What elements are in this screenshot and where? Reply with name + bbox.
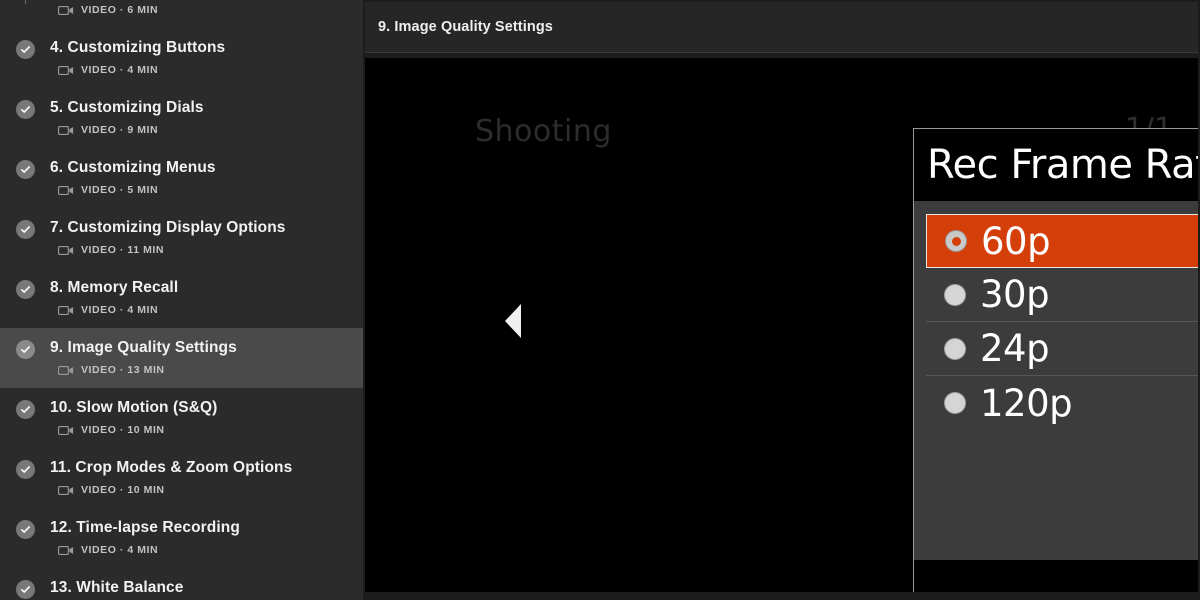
radio-selected-dot [952,237,961,246]
lesson-item[interactable]: 6. Customizing Menus VIDEO · 5 MIN [0,148,363,208]
lesson-complete-check-icon [16,580,35,599]
lesson-meta: VIDEO · 6 MIN [58,4,349,16]
lesson-title: 11. Crop Modes & Zoom Options [50,458,349,478]
lesson-title: 4. Customizing Buttons [50,38,349,58]
lesson-title: 7. Customizing Display Options [50,218,349,238]
video-player[interactable]: Shooting 1/1 60p 10bit MENU Rec Frame Ra… [365,58,1198,592]
lesson-meta: VIDEO · 4 MIN [58,304,349,316]
video-camera-icon [58,245,74,256]
lesson-sidebar[interactable]: VIDEO · 6 MIN 4. Customizing Buttons VIDEO… [0,0,363,600]
lesson-meta-text: VIDEO · 10 MIN [81,484,165,496]
lesson-meta-text: VIDEO · 11 MIN [81,244,164,256]
camera-menu-tab-shooting: Shooting [475,114,612,149]
video-camera-icon [58,485,74,496]
lesson-meta: VIDEO · 5 MIN [58,184,349,196]
frame-rate-option[interactable]: 30p [926,268,1198,322]
lesson-meta: VIDEO · 4 MIN [58,64,349,76]
lesson-meta-text: VIDEO · 4 MIN [81,544,158,556]
lesson-complete-check-icon [16,160,35,179]
lesson-title: 10. Slow Motion (S&Q) [50,398,349,418]
lesson-complete-check-icon [16,220,35,239]
video-camera-icon [58,5,74,16]
page-title: 9. Image Quality Settings [378,19,553,35]
radio-button-icon[interactable] [945,230,967,252]
lesson-meta-text: VIDEO · 4 MIN [81,304,158,316]
lesson-meta-text: VIDEO · 6 MIN [81,4,158,16]
lesson-title: 6. Customizing Menus [50,158,349,178]
frame-rate-option[interactable]: 120p [926,376,1198,430]
lesson-item[interactable]: 4. Customizing Buttons VIDEO · 4 MIN [0,28,363,88]
radio-button-icon[interactable] [944,284,966,306]
lesson-complete-check-icon [16,460,35,479]
video-camera-icon [58,125,74,136]
lesson-complete-check-icon [16,520,35,539]
radio-button-icon[interactable] [944,338,966,360]
lesson-item[interactable]: 7. Customizing Display Options VIDEO · 11… [0,208,363,268]
lesson-complete-check-icon [16,400,35,419]
lesson-complete-check-icon [16,100,35,119]
lesson-item[interactable]: 11. Crop Modes & Zoom Options VIDEO · 10 … [0,448,363,508]
lesson-complete-check-icon [16,340,35,359]
lesson-item[interactable]: 12. Time-lapse Recording VIDEO · 4 MIN [0,508,363,568]
lesson-item[interactable]: VIDEO · 6 MIN [0,4,363,28]
lesson-title: 5. Customizing Dials [50,98,349,118]
frame-rate-option[interactable]: 24p [926,322,1198,376]
lesson-meta: VIDEO · 11 MIN [58,244,349,256]
lesson-title: 12. Time-lapse Recording [50,518,349,538]
lesson-meta: VIDEO · 9 MIN [58,124,349,136]
rec-frame-rate-dialog[interactable]: Rec Frame Rate 60p30p24p120p ? [913,128,1198,592]
video-camera-icon [58,185,74,196]
lesson-meta-text: VIDEO · 4 MIN [81,64,158,76]
lesson-meta-text: VIDEO · 9 MIN [81,124,158,136]
lesson-title: 13. White Balance [50,578,349,598]
lesson-complete-check-icon [16,40,35,59]
frame-rate-option-list: 60p 30p 24p 120p [914,201,1198,560]
video-camera-icon [58,425,74,436]
video-camera-icon [58,365,74,376]
main-content: 9. Image Quality Settings Shooting 1/1 6… [363,0,1200,600]
course-player-app: VIDEO · 6 MIN 4. Customizing Buttons VIDEO… [0,0,1200,600]
lesson-meta-text: VIDEO · 10 MIN [81,424,165,436]
dialog-header: Rec Frame Rate [914,129,1198,201]
left-triangle-icon [505,304,521,338]
video-camera-icon [58,545,74,556]
lesson-meta-text: VIDEO · 5 MIN [81,184,158,196]
lesson-title: 9. Image Quality Settings [50,338,349,358]
lesson-item[interactable]: 9. Image Quality Settings VIDEO · 13 MIN [0,328,363,388]
dialog-title: Rec Frame Rate [927,145,1198,185]
lesson-item[interactable]: 8. Memory Recall VIDEO · 4 MIN [0,268,363,328]
video-camera-icon [58,65,74,76]
frame-rate-option-label: 24p [980,330,1049,367]
lesson-item[interactable]: 10. Slow Motion (S&Q) VIDEO · 10 MIN [0,388,363,448]
lesson-list: VIDEO · 6 MIN 4. Customizing Buttons VIDEO… [0,4,363,600]
lesson-item[interactable]: 13. White BalanceVIDEO · 7 MIN [0,568,363,600]
frame-rate-option-label: 60p [981,223,1050,260]
video-camera-icon [58,305,74,316]
content-topbar: 9. Image Quality Settings [365,2,1198,53]
lesson-complete-check-icon [16,280,35,299]
dialog-footer: ? MENU [914,560,1198,592]
lesson-item[interactable]: 5. Customizing Dials VIDEO · 9 MIN [0,88,363,148]
lesson-meta: VIDEO · 13 MIN [58,364,349,376]
lesson-meta: VIDEO · 4 MIN [58,544,349,556]
frame-rate-option-label: 120p [980,385,1072,422]
lesson-meta-text: VIDEO · 13 MIN [81,364,165,376]
frame-rate-option-label: 30p [980,276,1049,313]
frame-rate-option[interactable]: 60p [926,214,1198,268]
radio-button-icon[interactable] [944,392,966,414]
lesson-title: 8. Memory Recall [50,278,349,298]
lesson-meta: VIDEO · 10 MIN [58,484,349,496]
lesson-meta: VIDEO · 10 MIN [58,424,349,436]
